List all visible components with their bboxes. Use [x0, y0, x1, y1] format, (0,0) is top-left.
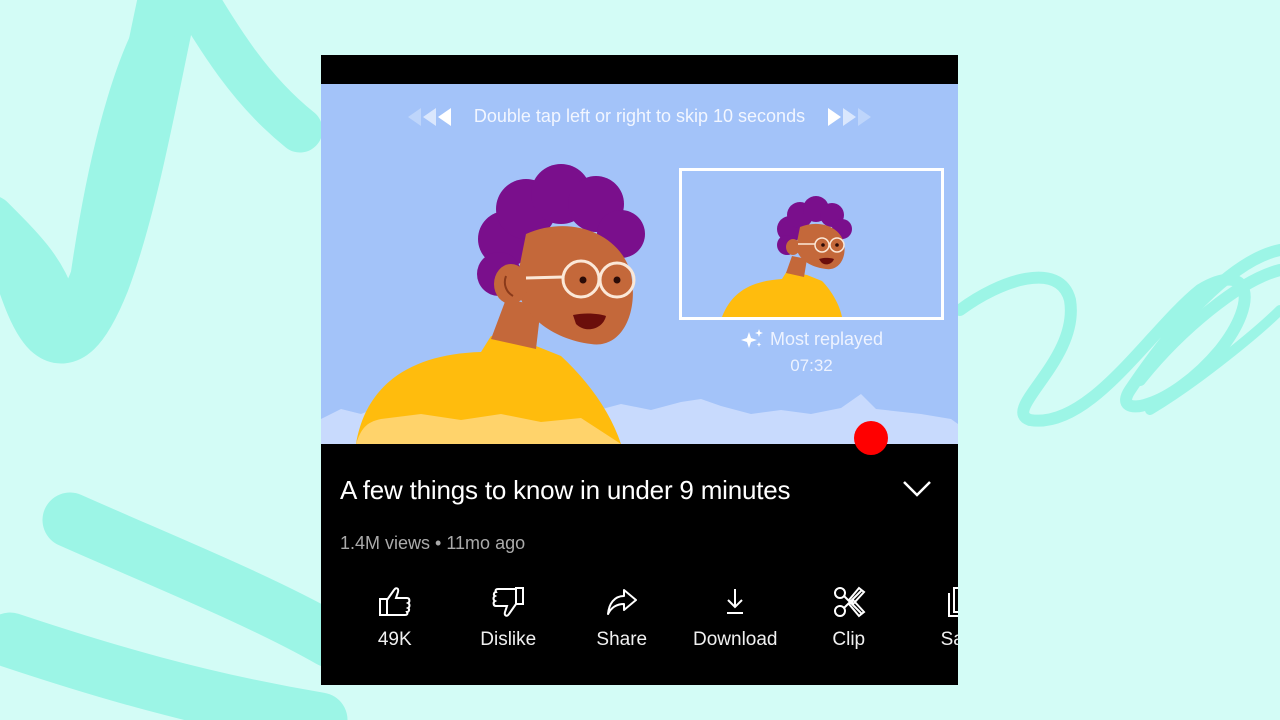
clip-label: Clip [832, 629, 866, 650]
download-label: Download [693, 629, 778, 650]
scrubber-handle[interactable] [854, 421, 889, 455]
save-button[interactable]: Save [906, 583, 958, 651]
action-bar: 49K Dislike Share Download Clip S [321, 583, 958, 651]
dislike-label: Dislike [480, 629, 537, 650]
skip-hint: Double tap left or right to skip 10 seco… [321, 106, 958, 127]
download-icon [716, 583, 754, 621]
fast-forward-triangles-icon [827, 107, 872, 126]
video-player[interactable]: Double tap left or right to skip 10 seco… [321, 84, 958, 444]
most-replayed-text: Most replayed [769, 328, 884, 349]
meta-separator: • [435, 533, 442, 553]
share-icon [603, 583, 641, 621]
chevron-down-icon[interactable] [901, 475, 933, 501]
share-label: Share [596, 629, 648, 650]
thumbs-down-icon [489, 583, 527, 621]
clip-button[interactable]: Clip [792, 583, 906, 651]
share-button[interactable]: Share [565, 583, 679, 651]
skip-hint-text: Double tap left or right to skip 10 seco… [473, 106, 806, 126]
video-metadata: 1.4M views • 11mo ago [340, 533, 525, 554]
youtube-mobile-player: Double tap left or right to skip 10 seco… [321, 55, 958, 685]
dislike-button[interactable]: Dislike [452, 583, 566, 651]
like-count: 49K [377, 629, 412, 650]
view-count: 1.4M views [340, 533, 431, 553]
save-label: Save [940, 629, 958, 650]
video-title[interactable]: A few things to know in under 9 minutes [340, 475, 791, 506]
status-bar [321, 55, 958, 84]
rewind-triangles-icon [407, 107, 452, 126]
preview-timestamp: 07:32 [790, 356, 833, 375]
download-button[interactable]: Download [679, 583, 793, 651]
save-playlist-icon [943, 583, 958, 621]
thumbs-up-icon [376, 583, 414, 621]
seek-preview-thumbnail [679, 168, 944, 320]
upload-age: 11mo ago [446, 533, 526, 553]
most-replayed-label: Most replayed 07:32 [679, 328, 944, 376]
sparkle-icon [740, 329, 763, 348]
like-button[interactable]: 49K [338, 583, 452, 651]
scissors-icon [830, 583, 868, 621]
